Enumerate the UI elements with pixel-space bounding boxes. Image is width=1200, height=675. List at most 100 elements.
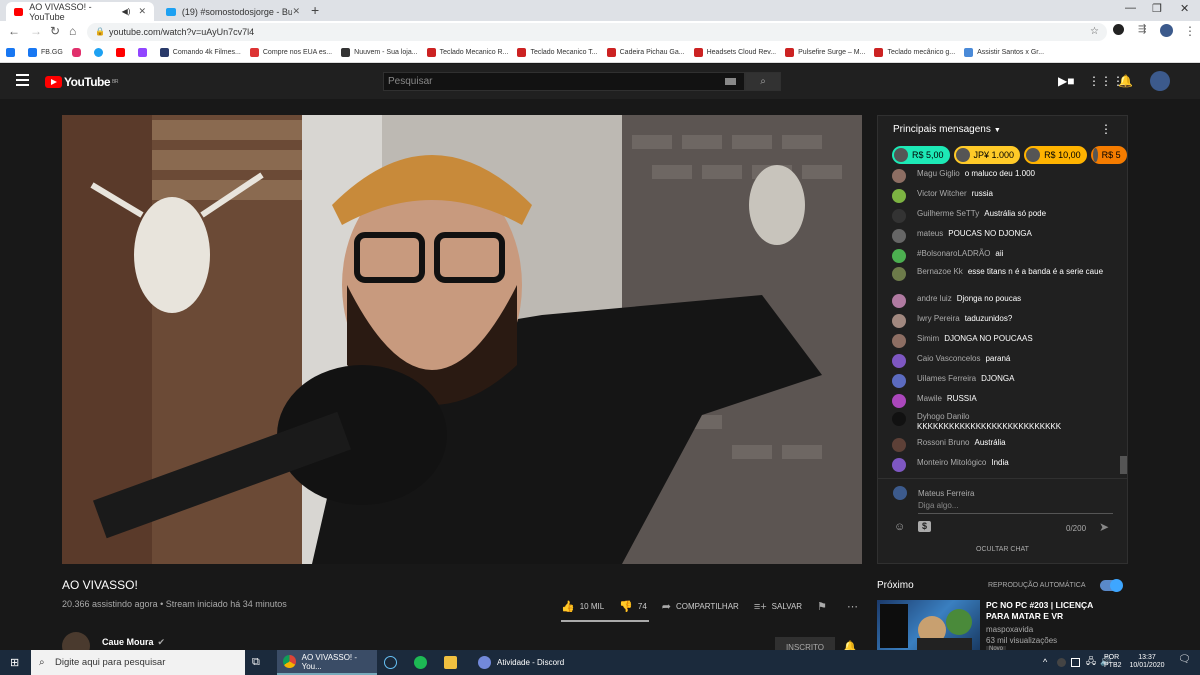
windows-start-icon[interactable]: ⊞	[10, 656, 19, 669]
speaker-icon[interactable]: ◀)	[122, 7, 131, 16]
bookmark-teclado-r[interactable]: Teclado Mecanico R...	[426, 48, 508, 57]
avatar	[892, 189, 906, 203]
next-video-thumbnail[interactable]	[877, 600, 980, 652]
chrome-menu-icon[interactable]: ⋮	[1184, 24, 1196, 38]
chat-message[interactable]: mateus POUCAS NO DJONGA	[892, 229, 1032, 243]
chat-message[interactable]: Magu Giglio o maluco deu 1.000	[892, 169, 1035, 183]
chat-message[interactable]: Caio Vasconcelos paraná	[892, 354, 1010, 368]
chat-message[interactable]: Bernazoe Kk esse titans n é a banda é a s…	[892, 267, 1107, 281]
chat-message[interactable]: Rossoni Bruno Austrália	[892, 438, 1006, 452]
more-actions-button[interactable]: ⋯	[847, 600, 863, 613]
reload-icon[interactable]: ↻	[50, 24, 60, 38]
chat-message[interactable]: Monteiro Mitológico India	[892, 458, 1009, 472]
bookmark-headsets[interactable]: Headsets Cloud Rev...	[693, 48, 776, 57]
bookmark-twitch[interactable]	[137, 48, 151, 57]
autoplay-toggle[interactable]	[1100, 579, 1123, 592]
chat-message[interactable]: #BolsonaroLADRÃO aii	[892, 249, 1003, 263]
superchat-ticker[interactable]: R$ 10,00	[1024, 146, 1087, 164]
profile-avatar[interactable]	[1160, 24, 1173, 37]
like-button[interactable]: 👍 10 MIL	[561, 600, 604, 613]
chat-scrollbar[interactable]	[1120, 456, 1127, 474]
bookmark-fbgg[interactable]: FB.GG	[28, 48, 63, 57]
dislike-button[interactable]: 👎 74	[619, 600, 647, 613]
more-options-icon[interactable]: ⋮	[1100, 116, 1112, 143]
channel-name[interactable]: Caue Moura ✔	[102, 637, 165, 648]
new-tab-button[interactable]: +	[311, 2, 319, 18]
save-button[interactable]: ≡+ SALVAR	[754, 601, 802, 613]
show-hidden-icons-chevron-icon[interactable]: ^	[1043, 658, 1047, 667]
account-avatar[interactable]	[1150, 71, 1170, 91]
bookmark-santos[interactable]: Assistir Santos x Gr...	[964, 48, 1044, 57]
url-field[interactable]: 🔒 youtube.com/watch?v=uAyUn7cv7l4 ☆	[87, 23, 1107, 41]
home-icon[interactable]: ⌂	[69, 24, 76, 38]
bookmark-compre-eua[interactable]: Compre nos EUA es...	[249, 48, 332, 57]
create-video-icon[interactable]: ▶■	[1058, 74, 1074, 88]
video-player[interactable]	[62, 115, 862, 564]
chat-message[interactable]: Uilames Ferreira DJONGA	[892, 374, 1014, 388]
next-video-title[interactable]: PC NO PC #203 | LICENÇA PARA MATAR E VR	[986, 600, 1106, 622]
tab-youtube[interactable]: AO VIVASSO! - YouTube ◀) ✕	[6, 2, 154, 22]
send-icon[interactable]: ➤	[1099, 520, 1109, 534]
bookmark-nuuvem[interactable]: Nuuvem - Sua loja...	[341, 48, 418, 57]
superchat-icon[interactable]: $	[918, 521, 931, 532]
emoji-icon[interactable]: ☺	[894, 521, 905, 533]
youtube-logo[interactable]: YouTube BR	[45, 75, 118, 89]
minimize-icon[interactable]: —	[1125, 2, 1136, 14]
bookmark-facebook[interactable]	[6, 48, 19, 57]
back-arrow-icon[interactable]: ←	[8, 24, 20, 38]
forward-arrow-icon[interactable]: →	[30, 24, 42, 38]
search-input[interactable]: Pesquisar	[383, 72, 745, 91]
chat-message[interactable]: Simim DJONGA NO POUCAAS	[892, 334, 1033, 348]
chat-header[interactable]: Principais mensagens ▼ ⋮	[878, 116, 1127, 143]
cast-icon[interactable]: ⇶	[1138, 24, 1146, 35]
action-center-icon[interactable]: 🗨	[1178, 655, 1191, 665]
task-view-icon[interactable]: ⧉	[252, 650, 260, 675]
taskbar-spotify[interactable]	[414, 650, 433, 675]
keyboard-icon[interactable]	[725, 78, 736, 85]
share-icon: ➦	[661, 601, 671, 613]
close-tab-icon[interactable]: ✕	[292, 6, 300, 17]
search-button[interactable]: ⌕	[745, 72, 781, 91]
bookmark-instagram[interactable]	[71, 48, 85, 57]
chat-message-input[interactable]: Diga algo...	[918, 501, 1113, 514]
bookmark-twitter[interactable]	[93, 48, 107, 57]
chat-message[interactable]: Guilherme SeTTy Austrália só pode	[892, 209, 1046, 223]
taskbar-discord[interactable]: Atividade - Discord	[472, 650, 572, 675]
superchat-ticker[interactable]: R$ 5	[1090, 146, 1127, 164]
chat-message[interactable]: Mawile RUSSIA	[892, 394, 977, 408]
bookmark-pulsefire[interactable]: Pulsefire Surge – M...	[785, 48, 865, 57]
chat-message[interactable]: andre luiz Djonga no poucas	[892, 294, 1021, 308]
taskbar-explorer[interactable]	[444, 650, 463, 675]
bookmark-cadeira[interactable]: Cadeira Pichau Ga...	[606, 48, 685, 57]
battery-icon[interactable]	[1071, 658, 1080, 667]
clock[interactable]: 13:37 10/01/2020	[1128, 654, 1166, 670]
twitter-favicon-icon	[166, 7, 176, 16]
taskbar-steam[interactable]	[384, 650, 403, 675]
bookmark-star-icon[interactable]: ☆	[1090, 23, 1099, 41]
avatar	[892, 267, 906, 281]
chat-message[interactable]: Victor Witcher russia	[892, 189, 993, 203]
close-tab-icon[interactable]: ✕	[138, 6, 146, 17]
chat-message[interactable]: Iwry Pereira taduzunidos?	[892, 314, 1012, 328]
language-indicator[interactable]: POR PTB2	[1104, 654, 1124, 670]
share-button[interactable]: ➦ COMPARTILHAR	[662, 600, 739, 613]
bookmark-youtube[interactable]	[115, 48, 129, 57]
bookmark-teclado-t[interactable]: Teclado Mecanico T...	[517, 48, 598, 57]
notifications-bell-icon[interactable]: 🔔	[1118, 74, 1133, 88]
taskbar-chrome[interactable]: AO VIVASSO! - You...	[277, 650, 377, 675]
taskbar-search[interactable]: ⌕ Digite aqui para pesquisar	[31, 650, 245, 675]
tab-twitter[interactable]: (19) #somostodosjorge - Buscar ✕	[158, 2, 308, 21]
bookmark-comando4k[interactable]: Comando 4k Filmes...	[159, 48, 241, 57]
extension-icon[interactable]	[1113, 24, 1124, 35]
hide-chat-button[interactable]: OCULTAR CHAT	[878, 546, 1127, 553]
close-window-icon[interactable]: ✕	[1180, 2, 1189, 15]
network-icon[interactable]: 🖧	[1086, 657, 1096, 666]
hamburger-menu-icon[interactable]	[16, 74, 29, 86]
bookmark-teclado-g[interactable]: Teclado mecânico g...	[874, 48, 955, 57]
tray-app-icon[interactable]	[1057, 658, 1066, 667]
chat-message[interactable]: Dyhogo Danilo KKKKKKKKKKKKKKKKKKKKKKKKKKK	[892, 412, 1061, 432]
maximize-icon[interactable]: ❐	[1152, 2, 1162, 15]
superchat-ticker[interactable]: JP¥ 1.000	[953, 146, 1021, 164]
superchat-ticker[interactable]: R$ 5,00	[892, 146, 950, 164]
report-button[interactable]: ⚑	[817, 600, 832, 613]
